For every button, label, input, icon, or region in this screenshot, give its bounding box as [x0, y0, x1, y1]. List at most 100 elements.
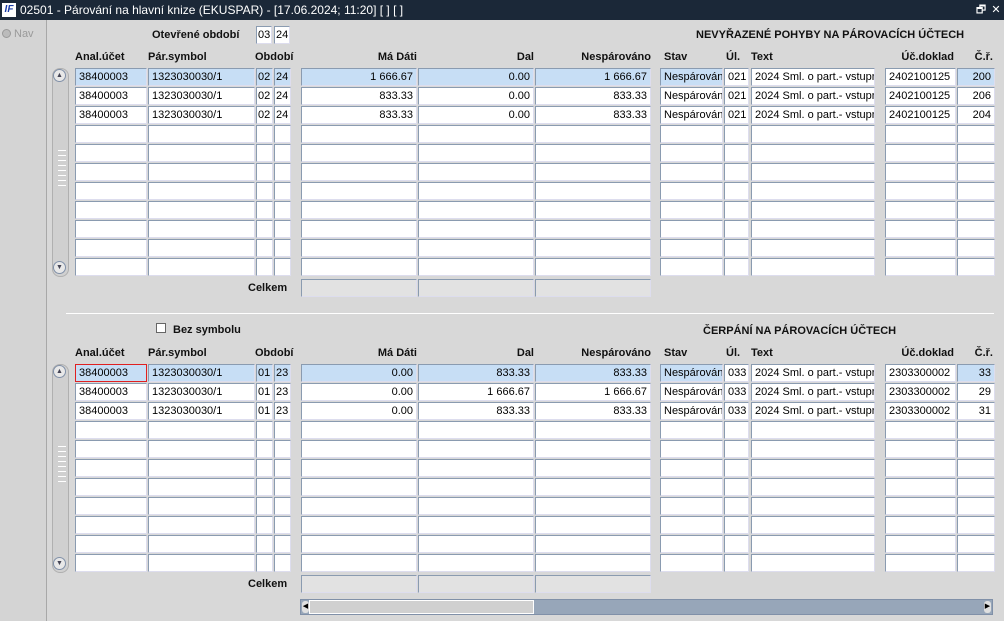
cell-ul[interactable]: [724, 535, 749, 553]
cell-credit[interactable]: [418, 182, 534, 200]
cell-unmatched[interactable]: [535, 125, 651, 143]
cell-month[interactable]: [256, 554, 273, 572]
cell-ul[interactable]: 033: [724, 383, 749, 401]
cell-text[interactable]: 2024 Sml. o part.- vstupn: [751, 383, 875, 401]
scroll-right-icon[interactable]: ▶: [984, 601, 991, 613]
cell-month[interactable]: [256, 535, 273, 553]
cell-month[interactable]: [256, 182, 273, 200]
cell-anal[interactable]: [75, 125, 147, 143]
open-period-year[interactable]: 24: [274, 26, 290, 44]
cell-year[interactable]: [274, 478, 291, 496]
cell-symbol[interactable]: 1323030030/1: [148, 68, 255, 86]
cell-anal[interactable]: 38400003: [75, 364, 147, 382]
cell-debit[interactable]: [301, 554, 417, 572]
cell-anal[interactable]: [75, 440, 147, 458]
cell-year[interactable]: 24: [274, 106, 291, 124]
cell-anal[interactable]: [75, 220, 147, 238]
cell-row[interactable]: [957, 258, 995, 276]
cell-doc[interactable]: 2303300002: [885, 364, 956, 382]
cell-symbol[interactable]: [148, 144, 255, 162]
cell-credit[interactable]: [418, 239, 534, 257]
cell-ul[interactable]: [724, 258, 749, 276]
cell-row[interactable]: 33: [957, 364, 995, 382]
cell-row[interactable]: 29: [957, 383, 995, 401]
cell-row[interactable]: [957, 182, 995, 200]
cell-year[interactable]: [274, 220, 291, 238]
cell-symbol[interactable]: [148, 535, 255, 553]
cell-credit[interactable]: [418, 201, 534, 219]
cell-unmatched[interactable]: [535, 144, 651, 162]
cell-unmatched[interactable]: [535, 421, 651, 439]
cell-unmatched[interactable]: [535, 201, 651, 219]
cell-text[interactable]: [751, 125, 875, 143]
restore-icon[interactable]: 🗗: [974, 2, 988, 18]
cell-status[interactable]: [660, 258, 723, 276]
cell-row[interactable]: [957, 220, 995, 238]
cell-month[interactable]: [256, 516, 273, 534]
cell-status[interactable]: [660, 239, 723, 257]
cell-symbol[interactable]: [148, 182, 255, 200]
cell-month[interactable]: 01: [256, 364, 273, 382]
cell-anal[interactable]: [75, 497, 147, 515]
cell-debit[interactable]: [301, 440, 417, 458]
cell-text[interactable]: 2024 Sml. o part.- vstupn: [751, 106, 875, 124]
cell-symbol[interactable]: [148, 201, 255, 219]
cell-debit[interactable]: 0.00: [301, 364, 417, 382]
cell-row[interactable]: [957, 440, 995, 458]
cell-symbol[interactable]: 1323030030/1: [148, 383, 255, 401]
cell-unmatched[interactable]: 833.33: [535, 106, 651, 124]
cell-year[interactable]: [274, 516, 291, 534]
cell-credit[interactable]: [418, 258, 534, 276]
cell-credit[interactable]: [418, 220, 534, 238]
cell-year[interactable]: [274, 125, 291, 143]
scroll-up-icon[interactable]: ▲: [53, 69, 66, 82]
cell-anal[interactable]: [75, 535, 147, 553]
cell-debit[interactable]: 0.00: [301, 383, 417, 401]
cell-ul[interactable]: [724, 144, 749, 162]
cell-debit[interactable]: [301, 182, 417, 200]
cell-text[interactable]: [751, 478, 875, 496]
cell-year[interactable]: 23: [274, 402, 291, 420]
cell-unmatched[interactable]: [535, 258, 651, 276]
cell-symbol[interactable]: [148, 220, 255, 238]
cell-anal[interactable]: [75, 239, 147, 257]
cell-credit[interactable]: [418, 478, 534, 496]
cell-row[interactable]: [957, 554, 995, 572]
cell-year[interactable]: [274, 258, 291, 276]
cell-row[interactable]: [957, 421, 995, 439]
cell-year[interactable]: [274, 535, 291, 553]
cell-symbol[interactable]: [148, 497, 255, 515]
cell-year[interactable]: [274, 554, 291, 572]
cell-month[interactable]: [256, 125, 273, 143]
cell-doc[interactable]: [885, 554, 956, 572]
cell-status[interactable]: [660, 459, 723, 477]
cell-unmatched[interactable]: 833.33: [535, 87, 651, 105]
cell-doc[interactable]: [885, 421, 956, 439]
cell-debit[interactable]: [301, 239, 417, 257]
cell-month[interactable]: [256, 163, 273, 181]
cell-year[interactable]: 24: [274, 87, 291, 105]
cell-month[interactable]: [256, 421, 273, 439]
cell-credit[interactable]: [418, 163, 534, 181]
cell-text[interactable]: [751, 144, 875, 162]
cell-year[interactable]: [274, 497, 291, 515]
cell-year[interactable]: [274, 459, 291, 477]
cell-year[interactable]: [274, 440, 291, 458]
cell-unmatched[interactable]: [535, 516, 651, 534]
cell-unmatched[interactable]: [535, 182, 651, 200]
cell-status[interactable]: [660, 497, 723, 515]
cell-text[interactable]: 2024 Sml. o part.- vstupn: [751, 364, 875, 382]
cell-credit[interactable]: [418, 497, 534, 515]
cell-row[interactable]: [957, 459, 995, 477]
cell-ul[interactable]: [724, 239, 749, 257]
cell-symbol[interactable]: 1323030030/1: [148, 364, 255, 382]
cell-symbol[interactable]: [148, 554, 255, 572]
cell-month[interactable]: [256, 220, 273, 238]
cell-text[interactable]: [751, 459, 875, 477]
cell-symbol[interactable]: [148, 239, 255, 257]
cell-month[interactable]: 02: [256, 106, 273, 124]
cell-doc[interactable]: 2303300002: [885, 383, 956, 401]
cell-unmatched[interactable]: 1 666.67: [535, 68, 651, 86]
cell-ul[interactable]: 021: [724, 87, 749, 105]
scroll-down-icon[interactable]: ▼: [53, 557, 66, 570]
